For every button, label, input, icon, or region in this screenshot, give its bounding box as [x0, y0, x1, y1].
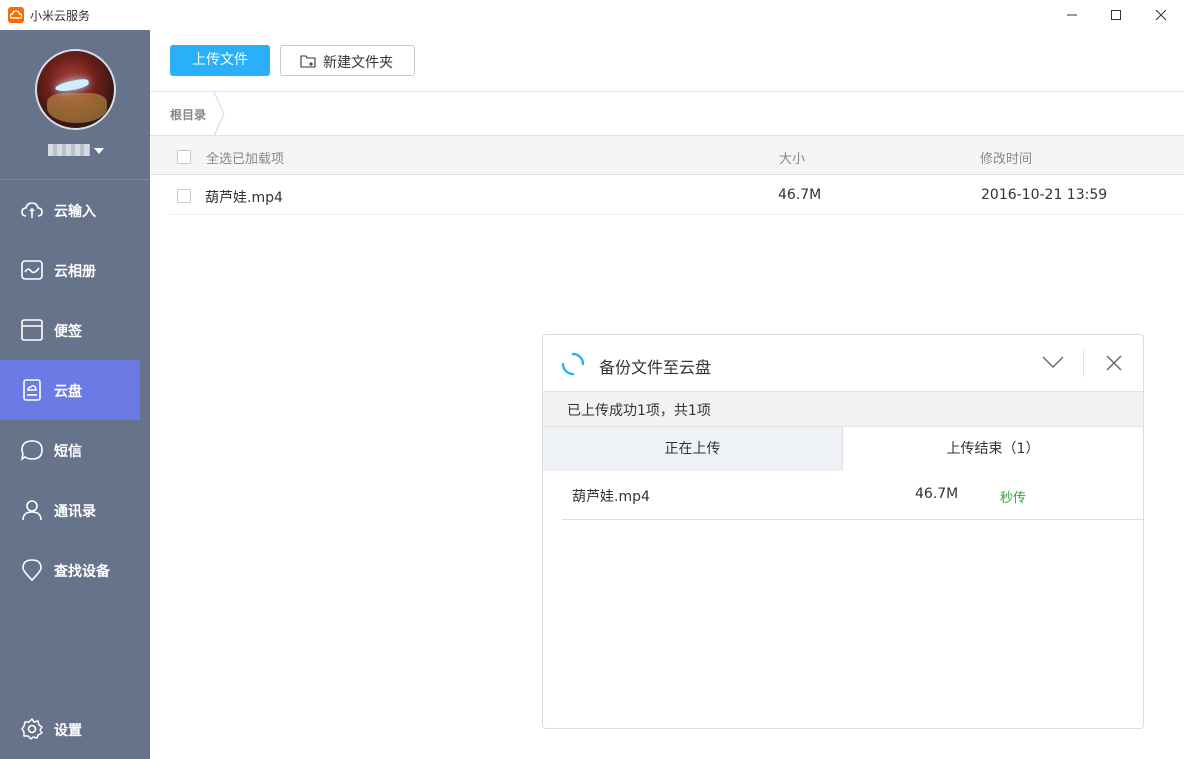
sidebar-item-settings[interactable]: 设置: [0, 699, 140, 759]
sidebar-item-contacts[interactable]: 通讯录: [0, 480, 140, 540]
breadcrumb-root[interactable]: 根目录: [170, 106, 206, 123]
cloud-sync-icon: [21, 202, 43, 218]
sidebar-item-cloud-drive[interactable]: 云盘: [0, 360, 140, 420]
avatar[interactable]: [35, 49, 116, 130]
avatar-eye: [54, 77, 90, 94]
upload-tabs: 正在上传 上传结束（1）: [543, 427, 1143, 471]
file-list-header: 全选已加载项 大小 修改时间: [150, 136, 1184, 175]
app-title: 小米云服务: [30, 9, 91, 23]
cloud-drive-icon: [23, 379, 41, 401]
chevron-down-icon[interactable]: [94, 148, 104, 154]
upload-file-size: 46.7M: [915, 486, 959, 502]
breadcrumb-separator-icon: [214, 92, 225, 136]
location-pin-icon: [22, 559, 42, 582]
file-name[interactable]: 葫芦娃.mp4: [205, 187, 283, 207]
upload-panel: 备份文件至云盘 已上传成功1项，共1项 正在上传 上传结束（1） 葫芦娃.mp4…: [542, 334, 1144, 729]
upload-file-status: 秒传: [1000, 491, 1027, 506]
notes-icon: [21, 319, 43, 341]
select-all-checkbox[interactable]: [177, 150, 191, 164]
sidebar-item-label: 短信: [54, 444, 82, 460]
sidebar-item-gallery[interactable]: 云相册: [0, 240, 140, 300]
title-bar: 小米云服务: [0, 0, 1184, 30]
close-icon[interactable]: [1106, 355, 1122, 371]
sidebar-item-label: 云相册: [54, 264, 96, 280]
sidebar-item-cloud-input[interactable]: 云输入: [0, 180, 140, 240]
tab-upload-done[interactable]: 上传结束（1）: [843, 427, 1143, 471]
sidebar-item-label: 通讯录: [54, 504, 96, 520]
close-icon[interactable]: [1138, 0, 1184, 30]
chevron-down-icon[interactable]: [1042, 355, 1064, 369]
avatar-mask: [47, 93, 107, 123]
tab-uploading[interactable]: 正在上传: [543, 427, 843, 471]
row-checkbox[interactable]: [177, 189, 191, 203]
gallery-icon: [21, 260, 43, 280]
header-mtime[interactable]: 修改时间: [980, 148, 1032, 167]
file-mtime: 2016-10-21 13:59: [981, 187, 1108, 203]
file-size: 46.7M: [778, 187, 822, 203]
upload-status-text: 已上传成功1项，共1项: [567, 403, 711, 419]
sidebar-item-label: 云盘: [54, 384, 82, 400]
new-folder-label: 新建文件夹: [323, 55, 393, 71]
header-select-all[interactable]: 全选已加载项: [206, 148, 284, 167]
minimize-icon[interactable]: [1049, 0, 1095, 30]
sidebar-item-label: 设置: [54, 723, 82, 739]
list-item[interactable]: 葫芦娃.mp4 46.7M 秒传: [562, 471, 1143, 520]
upload-status-bar: 已上传成功1项，共1项: [543, 391, 1143, 427]
loading-spinner-icon: [561, 352, 585, 376]
upload-file-name: 葫芦娃.mp4: [572, 489, 650, 505]
maximize-icon[interactable]: [1093, 0, 1139, 30]
app-logo-icon: [8, 7, 24, 23]
header-size[interactable]: 大小: [779, 148, 805, 167]
new-folder-icon: [300, 55, 316, 68]
sidebar-item-label: 便签: [54, 324, 82, 340]
sidebar-item-messages[interactable]: 短信: [0, 420, 140, 480]
upload-file-button[interactable]: 上传文件: [170, 45, 270, 76]
username-blurred[interactable]: [48, 144, 90, 156]
panel-divider: [1083, 349, 1084, 377]
sidebar-item-find-device[interactable]: 查找设备: [0, 540, 140, 600]
breadcrumb: 根目录: [150, 91, 1184, 136]
new-folder-button[interactable]: 新建文件夹: [280, 45, 415, 76]
sidebar: 云输入 云相册 便签 云盘 短信 通讯录 查找设备 设置: [0, 30, 150, 759]
sidebar-item-label: 云输入: [54, 204, 96, 220]
table-row[interactable]: 葫芦娃.mp4 46.7M 2016-10-21 13:59: [170, 175, 1184, 215]
upload-panel-title: 备份文件至云盘: [599, 358, 712, 377]
sidebar-item-label: 查找设备: [54, 564, 110, 580]
gear-icon: [21, 718, 43, 740]
message-icon: [20, 440, 43, 461]
contacts-icon: [22, 500, 42, 521]
sidebar-item-notes[interactable]: 便签: [0, 300, 140, 360]
